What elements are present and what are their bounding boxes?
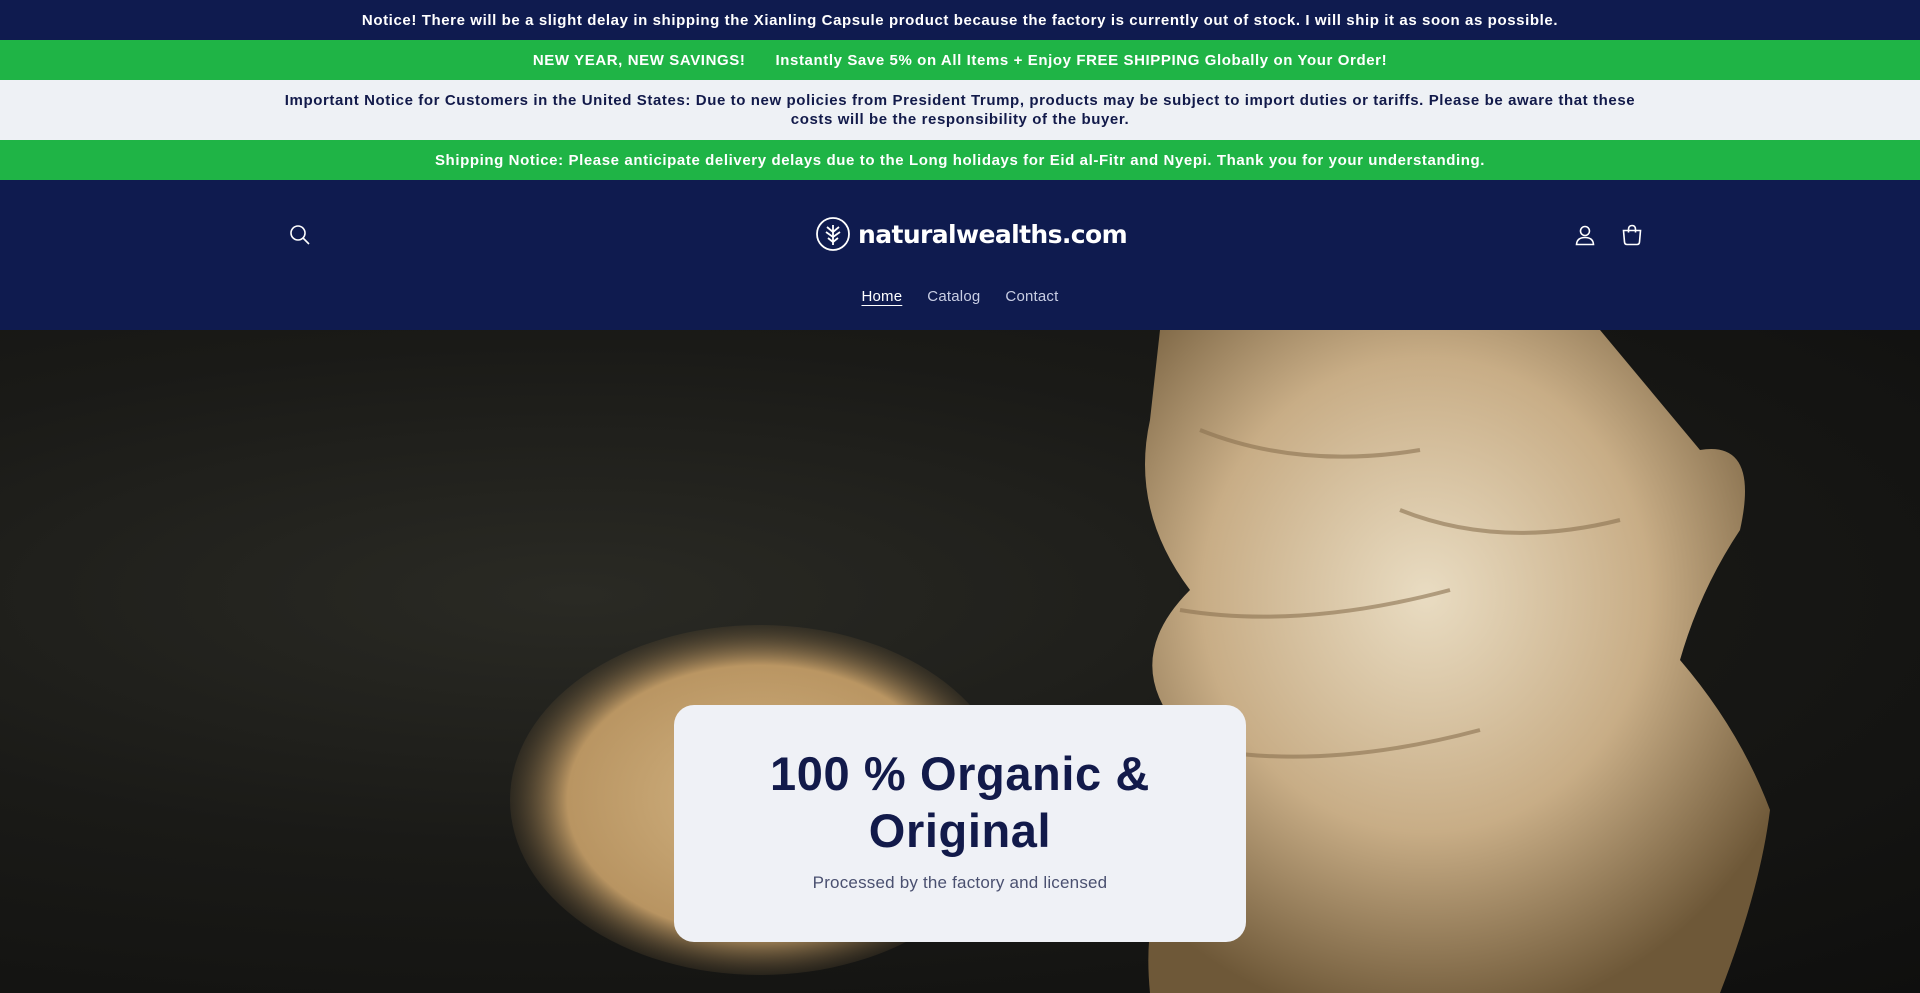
cart-button[interactable] <box>1617 220 1647 250</box>
main-nav: Home Catalog Contact <box>0 288 1920 305</box>
us-notice-bar: Important Notice for Customers in the Un… <box>0 80 1920 140</box>
nav-home[interactable]: Home <box>861 288 902 305</box>
nav-catalog[interactable]: Catalog <box>927 288 980 305</box>
hero-title: 100 % Organic & Original <box>770 747 1150 857</box>
search-button[interactable] <box>285 220 315 250</box>
hero-banner: 100 % Organic & Original Processed by th… <box>0 330 1920 993</box>
nav-contact[interactable]: Contact <box>1005 288 1058 305</box>
hero-subtitle: Processed by the factory and licensed <box>812 873 1108 892</box>
account-icon <box>1575 225 1595 246</box>
promo-bar: NEW YEAR, NEW SAVINGS! Instantly Save 5%… <box>0 40 1920 80</box>
shipping-notice-bar: Shipping Notice: Please anticipate deliv… <box>0 140 1920 180</box>
us-notice-text: Important Notice for Customers in the Un… <box>284 92 1636 128</box>
site-logo[interactable]: naturalwealths.com <box>815 214 1128 254</box>
stock-notice-text: Notice! There will be a slight delay in … <box>361 11 1559 29</box>
logo-text: naturalwealths.com <box>858 219 1128 249</box>
stock-notice-bar: Notice! There will be a slight delay in … <box>0 0 1920 40</box>
account-button[interactable] <box>1570 220 1600 250</box>
shipping-notice-text: Shipping Notice: Please anticipate deliv… <box>434 151 1486 169</box>
cart-icon <box>1622 224 1642 246</box>
hero-card: 100 % Organic & Original Processed by th… <box>674 705 1246 942</box>
tree-logo-icon <box>816 217 850 251</box>
promo-right-text: Instantly Save 5% on All Items + Enjoy F… <box>775 51 1388 69</box>
promo-left-text: NEW YEAR, NEW SAVINGS! <box>532 51 746 69</box>
site-header: naturalwealths.com Home Catalog Contact <box>0 180 1920 330</box>
search-icon <box>290 225 310 245</box>
